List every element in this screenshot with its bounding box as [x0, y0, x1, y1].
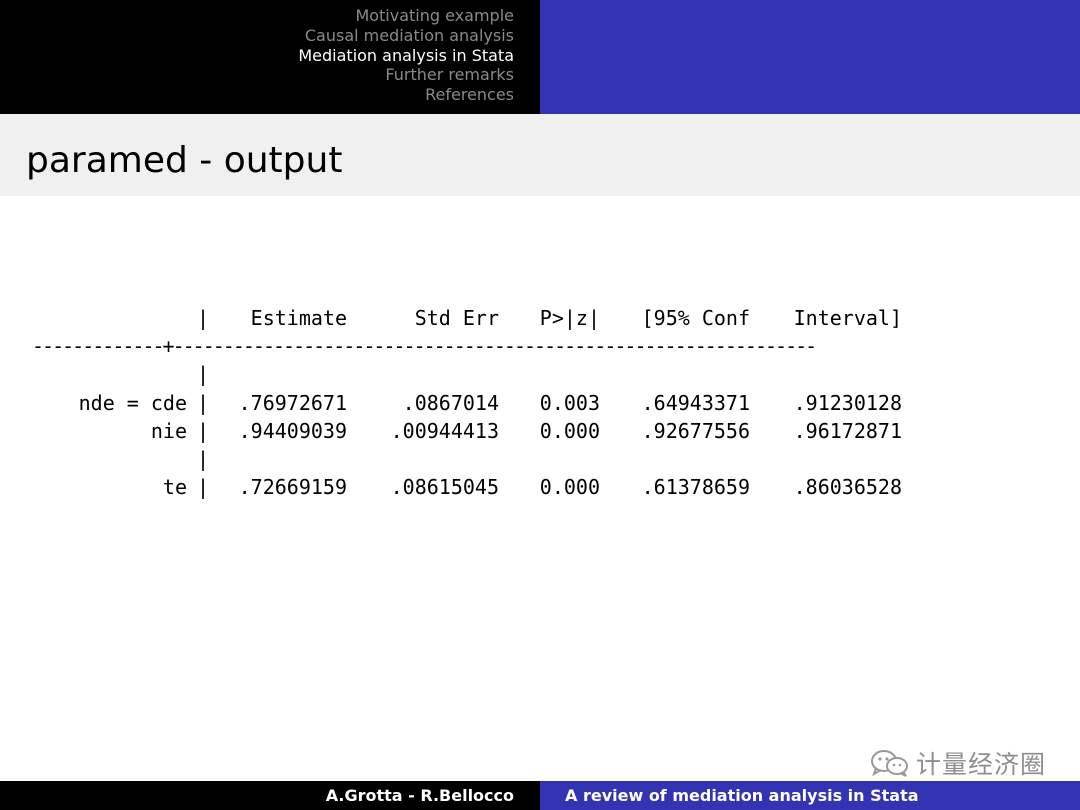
column-separator: | [196, 390, 210, 415]
table-row: nde = cde | .76972671 .0867014 0.003 .64… [32, 389, 902, 417]
nav-item-references[interactable]: References [298, 85, 514, 105]
regression-output: | Estimate Std Err P>|z| [95% Conf Inter… [32, 304, 902, 501]
frame-title: paramed - output [26, 140, 343, 181]
divider-right: ----------------------------------------… [172, 334, 818, 359]
std-err-value: .08615045 [390, 475, 499, 500]
header-right-panel [540, 0, 1080, 114]
table-row: nie | .94409039 .00944413 0.000 .9267755… [32, 417, 902, 445]
row-label: nie [150, 418, 187, 443]
watermark: 计量经济圈 [870, 745, 1046, 781]
p-value: 0.000 [539, 475, 600, 500]
footer-talk-title: A review of mediation analysis in Stata [565, 786, 919, 805]
conf-high-value: .96172871 [793, 418, 902, 443]
footer-right-panel: A review of mediation analysis in Stata [540, 781, 1080, 810]
column-separator: | [196, 362, 210, 387]
nav-item-motivating-example[interactable]: Motivating example [298, 6, 514, 26]
column-header-conf-low: [95% Conf [641, 306, 750, 331]
estimate-value: .76972671 [238, 390, 347, 415]
column-header-estimate: Estimate [250, 306, 347, 331]
p-value: 0.000 [539, 418, 600, 443]
header-bar: Motivating example Causal mediation anal… [0, 0, 1080, 114]
conf-high-value: .86036528 [793, 475, 902, 500]
column-separator: | [196, 418, 210, 443]
estimate-value: .94409039 [238, 418, 347, 443]
output-divider-row: -------------+--------------------------… [32, 332, 902, 360]
footer-authors: A.Grotta - R.Bellocco [325, 786, 514, 805]
output-spacer-row: | [32, 360, 902, 388]
std-err-value: .00944413 [390, 418, 499, 443]
chat-bubbles-icon [870, 750, 908, 777]
column-separator: | [196, 475, 210, 500]
column-header-conf-high: Interval] [793, 306, 902, 331]
table-row: te | .72669159 .08615045 0.000 .61378659… [32, 473, 902, 501]
nav-item-further-remarks[interactable]: Further remarks [298, 65, 514, 85]
divider-left: -------------+ [32, 334, 175, 359]
conf-high-value: .91230128 [793, 390, 902, 415]
column-header-p: P>|z| [539, 306, 600, 331]
header-left-panel: Motivating example Causal mediation anal… [0, 0, 540, 114]
section-navigation: Motivating example Causal mediation anal… [298, 6, 514, 105]
watermark-text: 计量经济圈 [915, 750, 1046, 779]
conf-low-value: .92677556 [641, 418, 750, 443]
output-header-row: | Estimate Std Err P>|z| [95% Conf Inter… [32, 304, 902, 332]
column-header-std-err: Std Err [414, 306, 499, 331]
conf-low-value: .64943371 [641, 390, 750, 415]
footer-left-panel: A.Grotta - R.Bellocco [0, 781, 540, 810]
output-divider: -------------+--------------------------… [32, 334, 902, 358]
conf-low-value: .61378659 [641, 475, 750, 500]
row-label: nde = cde [78, 390, 187, 415]
column-separator: | [196, 306, 210, 331]
row-label: te [162, 475, 187, 500]
nav-item-mediation-analysis-in-stata[interactable]: Mediation analysis in Stata [298, 46, 514, 66]
p-value: 0.003 [539, 390, 600, 415]
column-separator: | [196, 447, 210, 472]
estimate-value: .72669159 [238, 475, 347, 500]
nav-item-causal-mediation-analysis[interactable]: Causal mediation analysis [298, 26, 514, 46]
output-spacer-row: | [32, 445, 902, 473]
std-err-value: .0867014 [402, 390, 499, 415]
